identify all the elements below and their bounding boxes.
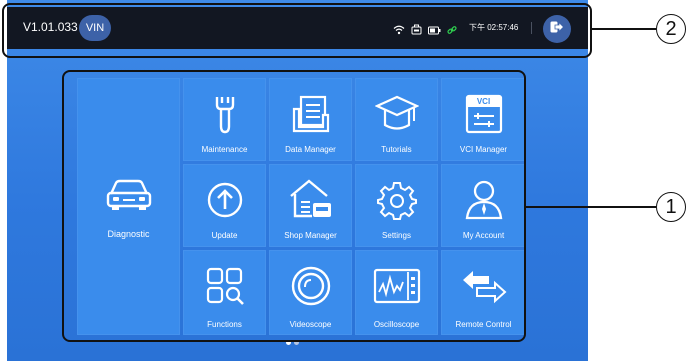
callout-box-status-bar <box>2 3 592 58</box>
callout-line-2 <box>590 28 656 30</box>
callout-box-app-grid <box>62 70 526 342</box>
callout-line-1 <box>524 206 656 208</box>
callout-number-2: 2 <box>656 14 686 44</box>
callout-number-1: 1 <box>656 192 686 222</box>
